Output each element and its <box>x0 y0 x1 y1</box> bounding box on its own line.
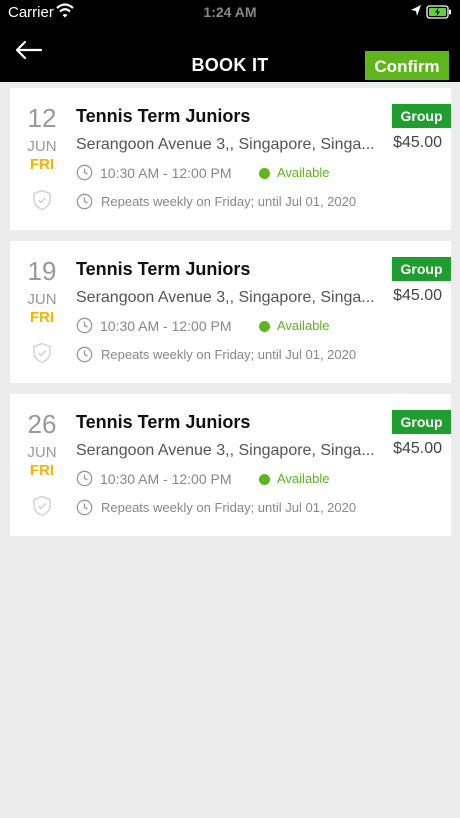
session-address: Serangoon Avenue 3,, Singapore, Singa... <box>76 136 375 153</box>
repeat-info: Repeats weekly on Friday; until Jul 01, … <box>101 347 357 362</box>
availability-dot <box>259 474 270 485</box>
session-price: $45.00 <box>393 287 442 304</box>
nav-bar: BOOK IT Confirm <box>0 24 460 82</box>
session-time: 10:30 AM - 12:00 PM <box>100 165 232 181</box>
repeat-info: Repeats weekly on Friday; until Jul 01, … <box>101 500 357 515</box>
clock-icon <box>76 164 93 186</box>
availability-dot <box>259 321 270 332</box>
clock-icon <box>76 470 93 492</box>
group-badge: Group <box>392 257 451 281</box>
date-month: JUN <box>27 444 57 461</box>
repeat-clock-icon <box>76 193 93 215</box>
availability-status: Available <box>277 471 330 486</box>
repeat-clock-icon <box>76 499 93 521</box>
confirm-button[interactable]: Confirm <box>365 51 449 80</box>
status-time: 1:24 AM <box>203 4 257 20</box>
session-title: Tennis Term Juniors <box>76 412 251 432</box>
status-bar: Carrier 1:24 AM <box>0 0 460 24</box>
date-weekday: FRI <box>29 462 55 479</box>
session-card[interactable]: 12 JUN FRI Tennis Term Juniors Serangoon… <box>10 88 451 230</box>
session-time: 10:30 AM - 12:00 PM <box>100 471 232 487</box>
date-month: JUN <box>27 291 57 308</box>
date-weekday: FRI <box>29 309 55 326</box>
shield-icon <box>32 189 52 216</box>
session-time: 10:30 AM - 12:00 PM <box>100 318 232 334</box>
session-card[interactable]: 19 JUN FRI Tennis Term Juniors Serangoon… <box>10 241 451 383</box>
location-arrow-icon <box>410 4 422 22</box>
session-title: Tennis Term Juniors <box>76 106 251 126</box>
repeat-info: Repeats weekly on Friday; until Jul 01, … <box>101 194 357 209</box>
shield-icon <box>32 342 52 369</box>
session-price: $45.00 <box>393 134 442 151</box>
session-title: Tennis Term Juniors <box>76 259 251 279</box>
shield-icon <box>32 495 52 522</box>
date-day: 19 <box>27 256 57 286</box>
availability-dot <box>259 168 270 179</box>
availability-status: Available <box>277 318 330 333</box>
group-badge: Group <box>392 104 451 128</box>
date-weekday: FRI <box>29 156 55 173</box>
session-address: Serangoon Avenue 3,, Singapore, Singa... <box>76 289 375 306</box>
date-day: 12 <box>27 103 57 133</box>
session-card[interactable]: 26 JUN FRI Tennis Term Juniors Serangoon… <box>10 394 451 536</box>
group-badge: Group <box>392 410 451 434</box>
session-address: Serangoon Avenue 3,, Singapore, Singa... <box>76 442 375 459</box>
repeat-clock-icon <box>76 346 93 368</box>
clock-icon <box>76 317 93 339</box>
battery-charging-icon <box>426 5 452 23</box>
date-month: JUN <box>27 138 57 155</box>
date-day: 26 <box>27 409 57 439</box>
availability-status: Available <box>277 165 330 180</box>
session-price: $45.00 <box>393 440 442 457</box>
